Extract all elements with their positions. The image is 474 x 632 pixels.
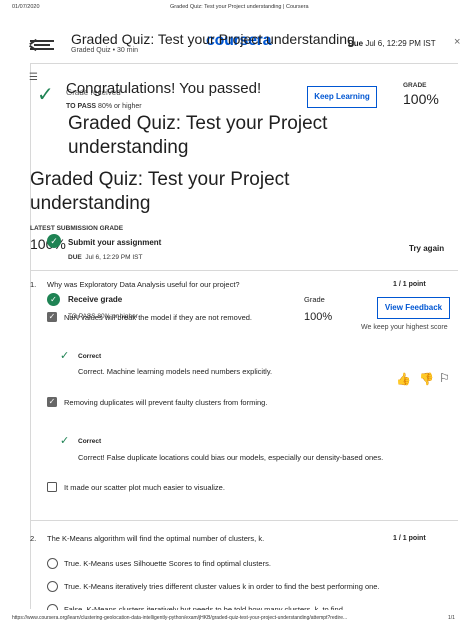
option-text: Removing duplicates will prevent faulty …	[64, 398, 268, 407]
divider	[30, 520, 458, 521]
receive-grade-value: 100%	[304, 311, 333, 323]
divider	[30, 270, 458, 271]
due-label: Due	[348, 39, 364, 48]
to-pass: TO PASS 80% or higher	[66, 103, 142, 110]
option-checkbox[interactable]	[47, 482, 57, 492]
congrats-message: Congratulations! You passed!	[66, 80, 262, 97]
submission-due: DUE Jul 6, 12:29 PM IST	[68, 254, 142, 261]
due-value: Jul 6, 12:29 PM IST	[365, 39, 436, 48]
correct-check-icon: ✓	[60, 435, 70, 447]
option-radio[interactable]	[47, 581, 58, 592]
grade-value: 100%	[403, 91, 439, 107]
question-points: 1 / 1 point	[393, 535, 426, 542]
header-subtitle: Graded Quiz • 30 min	[71, 47, 139, 54]
receive-grade-check-icon: ✓	[47, 293, 60, 306]
receive-grade-title: Grade	[304, 295, 325, 304]
option-text: It made our scatter plot much easier to …	[64, 483, 225, 492]
option-text: True. K-Means uses Silhouette Scores to …	[64, 559, 271, 568]
header-due: Due Jul 6, 12:29 PM IST	[348, 39, 436, 48]
option-text: False. K-Means clusters iteratively but …	[64, 605, 345, 610]
view-feedback-button[interactable]: View Feedback	[377, 297, 450, 319]
submit-check-icon: ✓	[47, 234, 61, 248]
option-text: NaN values will break the model if they …	[64, 313, 253, 322]
feedback-title: Correct	[78, 438, 102, 445]
option-checkbox[interactable]: ✓	[47, 312, 57, 322]
close-icon[interactable]: ×	[454, 36, 460, 48]
submission-due-label: DUE	[68, 254, 82, 261]
print-url: https://www.coursera.org/learn/clusterin…	[12, 615, 348, 621]
correct-check-icon: ✓	[60, 350, 70, 362]
option-text: True. K-Means iteratively tries differen…	[64, 582, 380, 591]
grade-label: GRADE	[403, 82, 427, 89]
feedback-title: Correct	[78, 353, 102, 360]
submission-due-value: Jul 6, 12:29 PM IST	[85, 254, 143, 261]
to-pass-label: TO PASS	[66, 103, 97, 110]
question-points: 1 / 1 point	[393, 281, 426, 288]
to-pass-value: 80% or higher	[98, 103, 142, 110]
left-rail	[30, 64, 31, 609]
quiz-title: Graded Quiz: Test your Project understan…	[30, 169, 290, 214]
question-number: 1.	[30, 280, 37, 289]
highest-score-note: We keep your highest score	[361, 324, 448, 331]
option-radio[interactable]	[47, 558, 58, 569]
receive-grade-label: Receive grade	[68, 295, 123, 304]
print-doc-title: Graded Quiz: Test your Project understan…	[170, 4, 309, 10]
thumbs-down-icon[interactable]: 👎	[419, 372, 434, 386]
submit-assignment-label: Submit your assignment	[68, 238, 162, 247]
flag-icon[interactable]: ⚐	[439, 371, 450, 385]
question-text: Why was Exploratory Data Analysis useful…	[47, 280, 240, 289]
quiz-title-overlay: Graded Quiz: Test your Project understan…	[68, 113, 328, 158]
try-again-link[interactable]: Try again	[409, 244, 444, 253]
question-number: 2.	[30, 534, 37, 543]
feedback-text: Correct! False duplicate locations could…	[78, 453, 384, 462]
print-date: 01/07/2020	[12, 4, 40, 10]
option-radio[interactable]	[47, 604, 58, 610]
latest-grade-label: LATEST SUBMISSION GRADE	[30, 225, 124, 232]
header-title: Graded Quiz: Test your Project understan…	[71, 31, 355, 47]
back-menu-icon[interactable]	[29, 38, 54, 52]
option-checkbox[interactable]: ✓	[47, 397, 57, 407]
thumbs-up-icon[interactable]: 👍	[396, 372, 411, 386]
keep-learning-button[interactable]: Keep Learning	[307, 86, 377, 108]
header-divider	[30, 63, 458, 64]
print-page-number: 1/1	[448, 615, 455, 621]
feedback-text: Correct. Machine learning models need nu…	[78, 367, 273, 376]
passed-check-icon: ✓	[37, 84, 54, 106]
question-text: The K-Means algorithm will find the opti…	[47, 534, 265, 543]
